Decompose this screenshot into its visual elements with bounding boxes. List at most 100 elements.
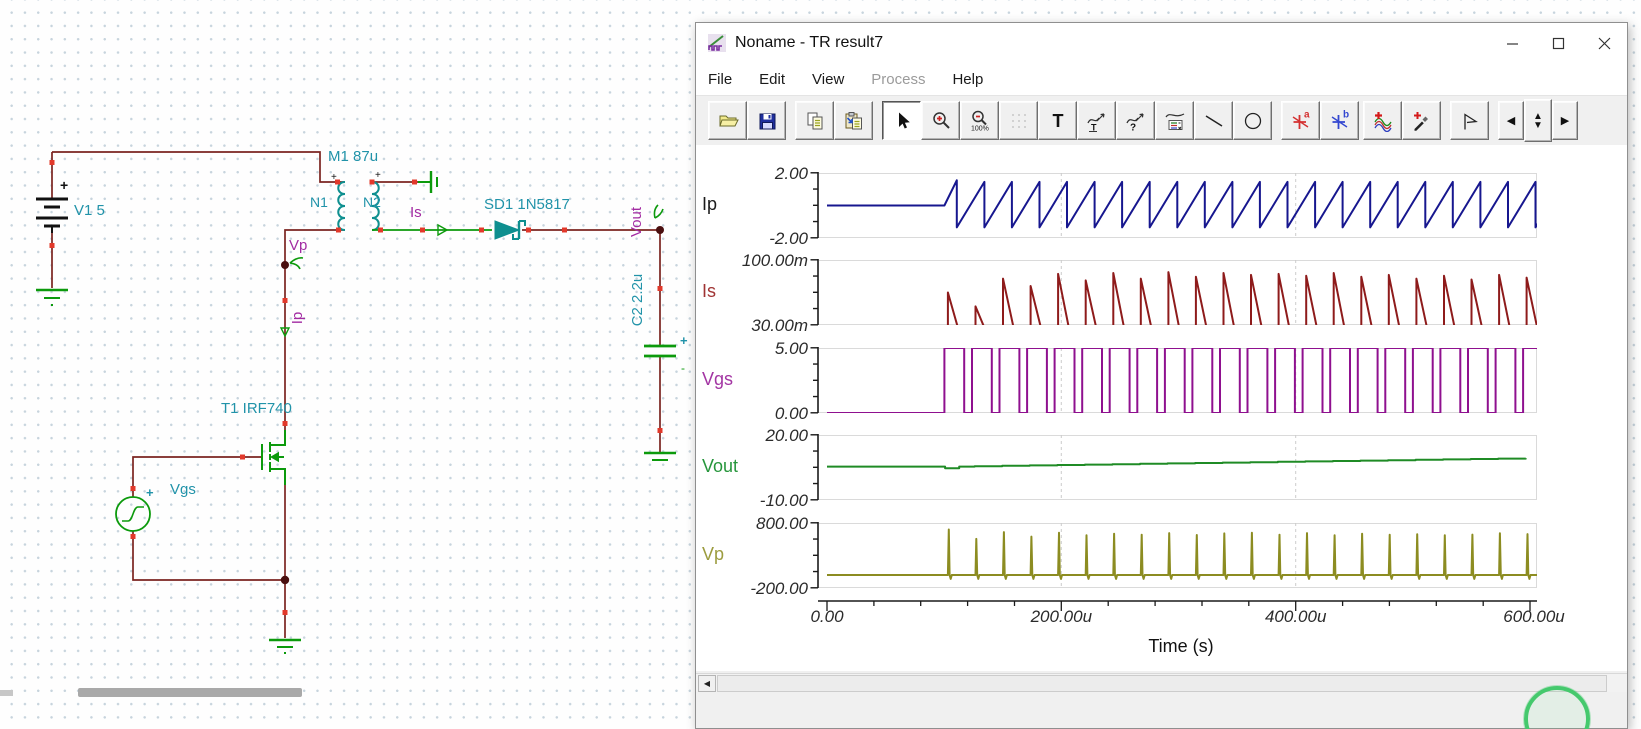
waveform-Is[interactable] bbox=[819, 260, 1537, 325]
title-bar[interactable]: Noname - TR result7 bbox=[696, 23, 1627, 63]
component-sd1-diode[interactable] bbox=[494, 220, 526, 240]
menu-bar: File Edit View Process Help bbox=[696, 63, 1627, 96]
current-probe-is[interactable] bbox=[372, 223, 492, 237]
label-c2[interactable]: C2 2.2u bbox=[629, 274, 646, 327]
ytick-min: 30.00m bbox=[751, 316, 808, 335]
legend-button[interactable] bbox=[1155, 101, 1194, 140]
signal-name: Vp bbox=[702, 544, 725, 564]
editor-hscroll-track[interactable] bbox=[0, 690, 13, 696]
ytick-max: 100.00m bbox=[741, 251, 808, 270]
menu-help[interactable]: Help bbox=[952, 71, 983, 88]
label-sd1[interactable]: SD1 1N5817 bbox=[484, 196, 570, 213]
text-tool-icon: T bbox=[1052, 111, 1063, 131]
tr-result-window: Noname - TR result7 File Edit View Proce… bbox=[695, 22, 1628, 729]
save-button[interactable] bbox=[747, 101, 786, 140]
ytick-max: 20.00 bbox=[765, 426, 808, 445]
ytick-min: -10.00 bbox=[759, 491, 808, 510]
close-button[interactable] bbox=[1581, 23, 1627, 63]
plus-sign: + bbox=[680, 333, 688, 348]
label-vout[interactable]: Vout bbox=[628, 206, 645, 237]
y-axis bbox=[810, 434, 819, 501]
right-arrow-icon: ▶ bbox=[1560, 115, 1570, 127]
marker-button[interactable] bbox=[1450, 101, 1489, 140]
label-t1[interactable]: T1 IRF740 bbox=[221, 400, 292, 417]
app-icon bbox=[708, 34, 726, 52]
waveform-Vp[interactable] bbox=[819, 523, 1537, 588]
ytick-min: -200.00 bbox=[750, 579, 808, 598]
probe-vp-icon[interactable] bbox=[289, 257, 304, 270]
subplot-Vgs: Vgs 5.00 0.00 bbox=[696, 339, 1547, 423]
svg-text:T: T bbox=[1091, 122, 1097, 132]
waveform-Vout[interactable] bbox=[819, 435, 1537, 500]
cursor-a-button[interactable]: a bbox=[1281, 101, 1320, 140]
select-cursor-button[interactable] bbox=[882, 101, 921, 140]
x-axis-title: Time (s) bbox=[1148, 636, 1214, 656]
plot-hscrollbar[interactable]: ◀ bbox=[696, 673, 1627, 692]
menu-view[interactable]: View bbox=[812, 71, 844, 88]
waveform-Ip[interactable] bbox=[819, 173, 1537, 238]
subplot-Vp: Vp 800.00 -200.00 bbox=[696, 514, 1547, 598]
probe-vout-icon[interactable] bbox=[653, 204, 664, 219]
trace-picker-button[interactable] bbox=[1402, 101, 1441, 140]
ytick-max: 2.00 bbox=[774, 164, 808, 183]
node-vout[interactable] bbox=[656, 226, 664, 234]
label-vgs[interactable]: Vgs bbox=[170, 481, 196, 498]
menu-edit[interactable]: Edit bbox=[759, 71, 785, 88]
signal-name: Vout bbox=[702, 456, 739, 476]
jumper-terminal-icon[interactable] bbox=[418, 171, 438, 193]
minimize-button[interactable] bbox=[1489, 23, 1535, 63]
editor-hscroll-thumb[interactable] bbox=[78, 688, 302, 697]
plot-area[interactable]: Ip 2.00 -2.00 Is 100.00m 30.00m Vgs 5.00 0.00 Vou… bbox=[696, 145, 1627, 671]
maximize-button[interactable] bbox=[1535, 23, 1581, 63]
hscroll-thumb[interactable] bbox=[717, 675, 1607, 692]
ytick-min: 0.00 bbox=[774, 404, 808, 423]
ground-icon bbox=[36, 288, 68, 306]
ground-icon bbox=[269, 638, 301, 654]
left-arrow-icon: ◀ bbox=[703, 679, 711, 688]
menu-file[interactable]: File bbox=[708, 71, 732, 88]
label-vp[interactable]: Vp bbox=[289, 237, 307, 254]
zoom-100-button[interactable]: 100% bbox=[960, 101, 999, 140]
add-curves-button[interactable] bbox=[1363, 101, 1402, 140]
component-c2-capacitor[interactable]: + - bbox=[644, 333, 688, 375]
hscroll-left-button[interactable]: ◀ bbox=[698, 675, 716, 692]
label-ip[interactable]: Ip bbox=[289, 312, 306, 325]
node-vp[interactable] bbox=[281, 261, 289, 269]
wires[interactable] bbox=[51, 151, 661, 638]
curve-label-button[interactable]: T bbox=[1077, 101, 1116, 140]
flag-icon bbox=[1463, 112, 1478, 129]
ytick-max: 5.00 bbox=[774, 339, 808, 358]
subplot-Ip: Ip 2.00 -2.00 bbox=[696, 164, 1547, 248]
cursor-b-button[interactable]: b bbox=[1320, 101, 1359, 140]
left-arrow-icon: ◀ bbox=[1506, 115, 1516, 127]
ellipse-tool-button[interactable] bbox=[1233, 101, 1272, 140]
zoom-in-button[interactable] bbox=[921, 101, 960, 140]
ytick-min: -2.00 bbox=[769, 229, 808, 248]
open-button[interactable] bbox=[708, 101, 747, 140]
ellipse-icon bbox=[1244, 112, 1261, 129]
label-m1[interactable]: M1 87u bbox=[328, 148, 378, 165]
scroll-right-button[interactable]: ▶ bbox=[1552, 101, 1578, 140]
schematic-canvas[interactable]: + V1 5 + + M1 87u N1 N2 Is SD1 1N5817 Vp… bbox=[0, 0, 700, 729]
waveform-Vgs[interactable] bbox=[819, 348, 1537, 413]
curve-query-button[interactable]: ? bbox=[1116, 101, 1155, 140]
y-axis bbox=[810, 522, 819, 589]
scroll-vertical-button[interactable]: ▲ ▼ bbox=[1524, 99, 1552, 142]
x-tick-label: 400.00u bbox=[1264, 607, 1327, 626]
text-tool-button[interactable]: T bbox=[1038, 101, 1077, 140]
label-is[interactable]: Is bbox=[410, 204, 422, 221]
line-tool-button[interactable] bbox=[1194, 101, 1233, 140]
menu-process: Process bbox=[871, 70, 926, 88]
y-axis bbox=[810, 347, 819, 414]
component-t1-mosfet[interactable] bbox=[261, 430, 286, 485]
ground-icon bbox=[644, 451, 676, 461]
copy-button[interactable] bbox=[795, 101, 834, 140]
paste-button[interactable] bbox=[834, 101, 873, 140]
subplot-Vout: Vout 20.00 -10.00 bbox=[696, 426, 1547, 510]
scroll-left-button[interactable]: ◀ bbox=[1498, 101, 1524, 140]
grid-icon bbox=[1011, 113, 1026, 128]
add-curves-icon bbox=[1373, 111, 1392, 132]
component-vgs-source[interactable]: + bbox=[115, 485, 154, 532]
cursor-b-icon: b bbox=[1331, 110, 1349, 129]
label-v1[interactable]: V1 5 bbox=[74, 202, 105, 219]
